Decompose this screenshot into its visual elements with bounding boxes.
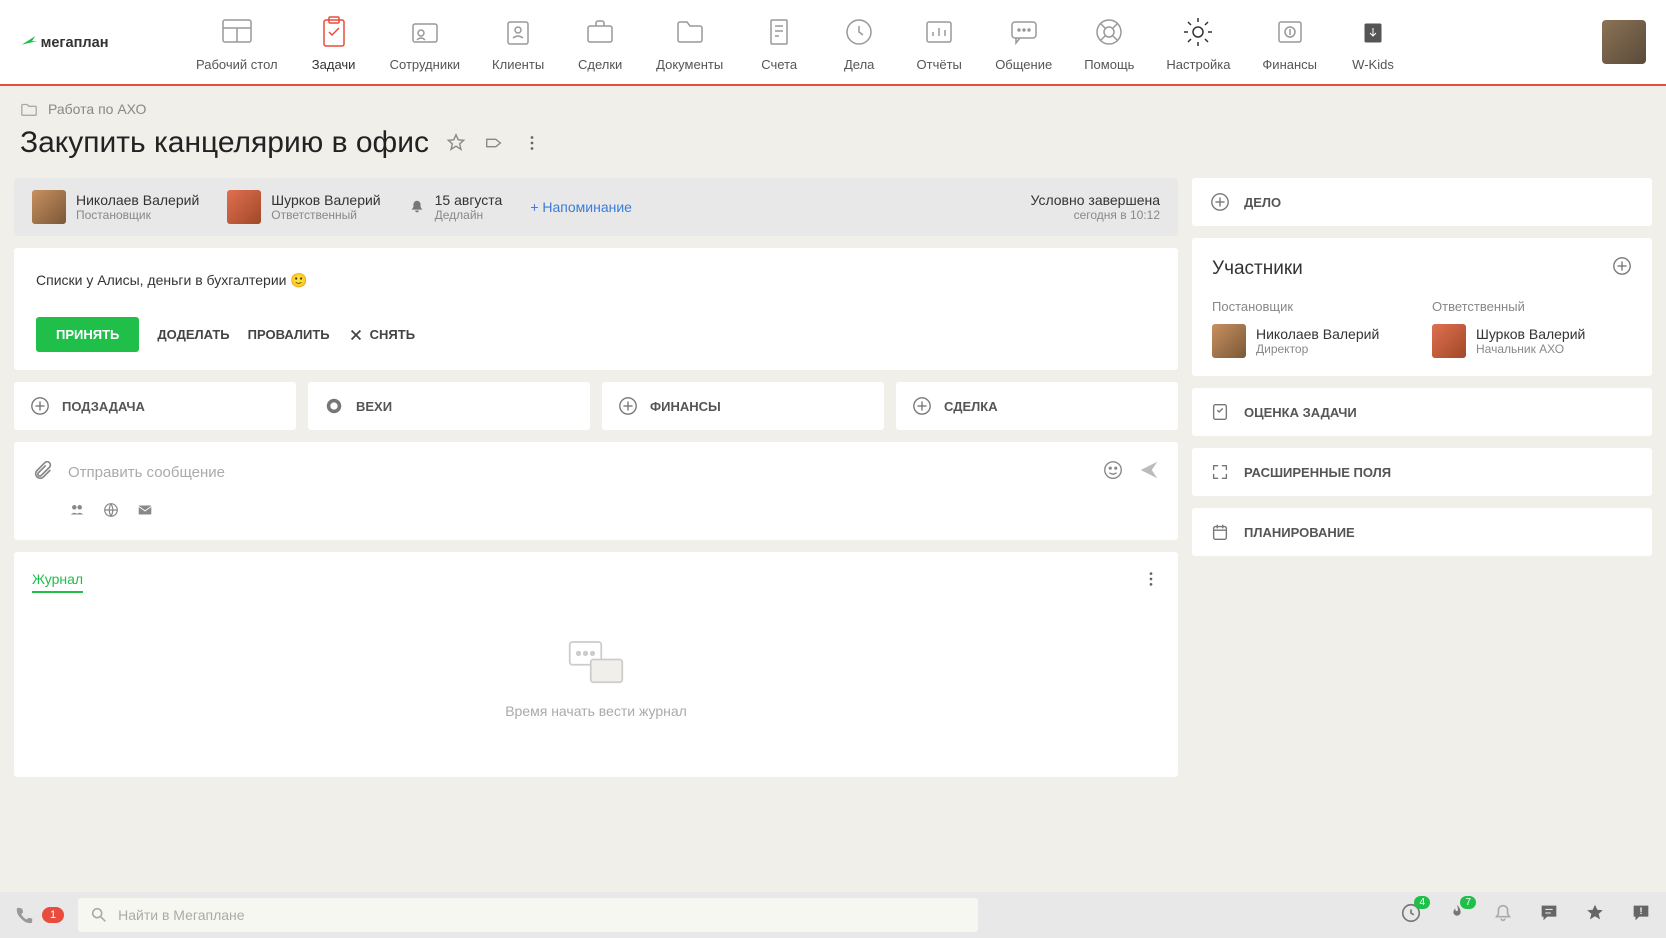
- lifebuoy-icon: [1090, 13, 1128, 51]
- delo-panel[interactable]: ДЕЛО: [1192, 178, 1652, 226]
- box-icon: [1354, 13, 1392, 51]
- task-header-card: Николаев Валерий Постановщик Шурков Вале…: [14, 178, 1178, 236]
- calendar-icon: [1210, 522, 1230, 542]
- briefcase-icon: [581, 13, 619, 51]
- add-participant-icon[interactable]: [1612, 256, 1632, 281]
- close-icon: [348, 327, 364, 343]
- people-icon[interactable]: [68, 501, 86, 524]
- mail-icon[interactable]: [136, 501, 154, 524]
- status-block: Условно завершена сегодня в 10:12: [1030, 192, 1160, 222]
- chart-icon: [920, 13, 958, 51]
- phone-icon: [14, 905, 34, 925]
- emoji-icon[interactable]: [1102, 459, 1124, 486]
- plus-circle-icon: [912, 396, 932, 416]
- plus-circle-icon: [618, 396, 638, 416]
- page-title: Закупить канцелярию в офис: [20, 126, 429, 160]
- nav-affairs[interactable]: Дела: [819, 3, 899, 82]
- more-icon[interactable]: [521, 132, 543, 154]
- alert-notif-icon[interactable]: !: [1630, 902, 1652, 929]
- journal-menu-icon[interactable]: [1142, 570, 1160, 593]
- breadcrumb[interactable]: Работа по АХО: [0, 86, 1666, 126]
- fire-notif-icon[interactable]: 7: [1446, 902, 1468, 929]
- svg-text:!: !: [1639, 905, 1642, 915]
- remove-button[interactable]: СНЯТЬ: [348, 327, 415, 343]
- nav-employees[interactable]: Сотрудники: [374, 3, 476, 82]
- phone-button[interactable]: 1: [14, 905, 64, 925]
- journal-card: Журнал Время начать вести журнал: [14, 552, 1178, 777]
- plus-circle-icon: [30, 396, 50, 416]
- add-reminder-link[interactable]: + Напоминание: [530, 199, 632, 215]
- participants-panel: Участники Постановщик Николаев Валерий Д…: [1192, 238, 1652, 376]
- milestone-icon: [324, 396, 344, 416]
- global-search-input[interactable]: [118, 907, 966, 923]
- nav-settings[interactable]: Настройка: [1150, 3, 1246, 82]
- accept-button[interactable]: ПРИНЯТЬ: [36, 317, 139, 352]
- nav-deals[interactable]: Сделки: [560, 3, 640, 82]
- employees-icon: [406, 13, 444, 51]
- owner-avatar: [32, 190, 66, 224]
- clock-icon: [840, 13, 878, 51]
- tag-icon[interactable]: [483, 132, 505, 154]
- empty-chat-icon: [561, 633, 631, 693]
- nav-invoices[interactable]: Счета: [739, 3, 819, 82]
- dashboard-icon: [218, 13, 256, 51]
- deadline-block[interactable]: 15 августа Дедлайн: [409, 192, 503, 222]
- global-search[interactable]: [78, 898, 978, 932]
- subtask-tile[interactable]: ПОДЗАДАЧА: [14, 382, 296, 430]
- assignee-avatar: [227, 190, 261, 224]
- message-input[interactable]: [68, 458, 1088, 486]
- description-text: Списки у Алисы, деньги в бухгалтерии 🙂: [36, 272, 1156, 289]
- search-icon: [90, 906, 108, 924]
- deal-tile[interactable]: СДЕЛКА: [896, 382, 1178, 430]
- globe-icon[interactable]: [102, 501, 120, 524]
- nav-reports[interactable]: Отчёты: [899, 3, 979, 82]
- plus-circle-icon: [1210, 192, 1230, 212]
- logo[interactable]: мегаплан: [20, 27, 140, 57]
- folder-icon: [20, 100, 38, 118]
- nav-finance[interactable]: Финансы: [1246, 3, 1333, 82]
- safe-icon: [1271, 13, 1309, 51]
- nav-documents[interactable]: Документы: [640, 3, 739, 82]
- expand-icon: [1210, 462, 1230, 482]
- attach-icon[interactable]: [32, 459, 54, 486]
- participant-assignee[interactable]: Шурков Валерий Начальник АХО: [1432, 324, 1632, 358]
- star-notif-icon[interactable]: [1584, 902, 1606, 929]
- participant-owner[interactable]: Николаев Валерий Директор: [1212, 324, 1412, 358]
- fail-button[interactable]: ПРОВАЛИТЬ: [248, 327, 330, 342]
- bell-icon: [409, 199, 425, 215]
- clients-icon: [499, 13, 537, 51]
- tasks-icon: [315, 13, 353, 51]
- milestones-tile[interactable]: ВЕХИ: [308, 382, 590, 430]
- clock-notif-icon[interactable]: 4: [1400, 902, 1422, 929]
- bell-notif-icon[interactable]: [1492, 902, 1514, 929]
- extended-fields-panel[interactable]: РАСШИРЕННЫЕ ПОЛЯ: [1192, 448, 1652, 496]
- nav-desktop[interactable]: Рабочий стол: [180, 3, 294, 82]
- folder-icon: [671, 13, 709, 51]
- chat-icon: [1005, 13, 1043, 51]
- invoice-icon: [760, 13, 798, 51]
- rework-button[interactable]: ДОДЕЛАТЬ: [157, 327, 229, 342]
- journal-tab[interactable]: Журнал: [32, 571, 83, 593]
- svg-text:мегаплан: мегаплан: [41, 35, 109, 51]
- nav-tasks[interactable]: Задачи: [294, 3, 374, 82]
- user-avatar[interactable]: [1602, 20, 1646, 64]
- message-card: [14, 442, 1178, 540]
- evaluation-panel[interactable]: ОЦЕНКА ЗАДАЧИ: [1192, 388, 1652, 436]
- planning-panel[interactable]: ПЛАНИРОВАНИЕ: [1192, 508, 1652, 556]
- owner-block[interactable]: Николаев Валерий Постановщик: [32, 190, 199, 224]
- nav-clients[interactable]: Клиенты: [476, 3, 560, 82]
- nav-help[interactable]: Помощь: [1068, 3, 1150, 82]
- assignee-block[interactable]: Шурков Валерий Ответственный: [227, 190, 380, 224]
- finances-tile[interactable]: ФИНАНСЫ: [602, 382, 884, 430]
- checklist-icon: [1210, 402, 1230, 422]
- gear-icon: [1179, 13, 1217, 51]
- nav-wkids[interactable]: W-Kids: [1333, 3, 1413, 82]
- send-icon[interactable]: [1138, 459, 1160, 486]
- star-icon[interactable]: [445, 132, 467, 154]
- task-description-card: Списки у Алисы, деньги в бухгалтерии 🙂 П…: [14, 248, 1178, 370]
- nav-communication[interactable]: Общение: [979, 3, 1068, 82]
- chat-notif-icon[interactable]: [1538, 902, 1560, 929]
